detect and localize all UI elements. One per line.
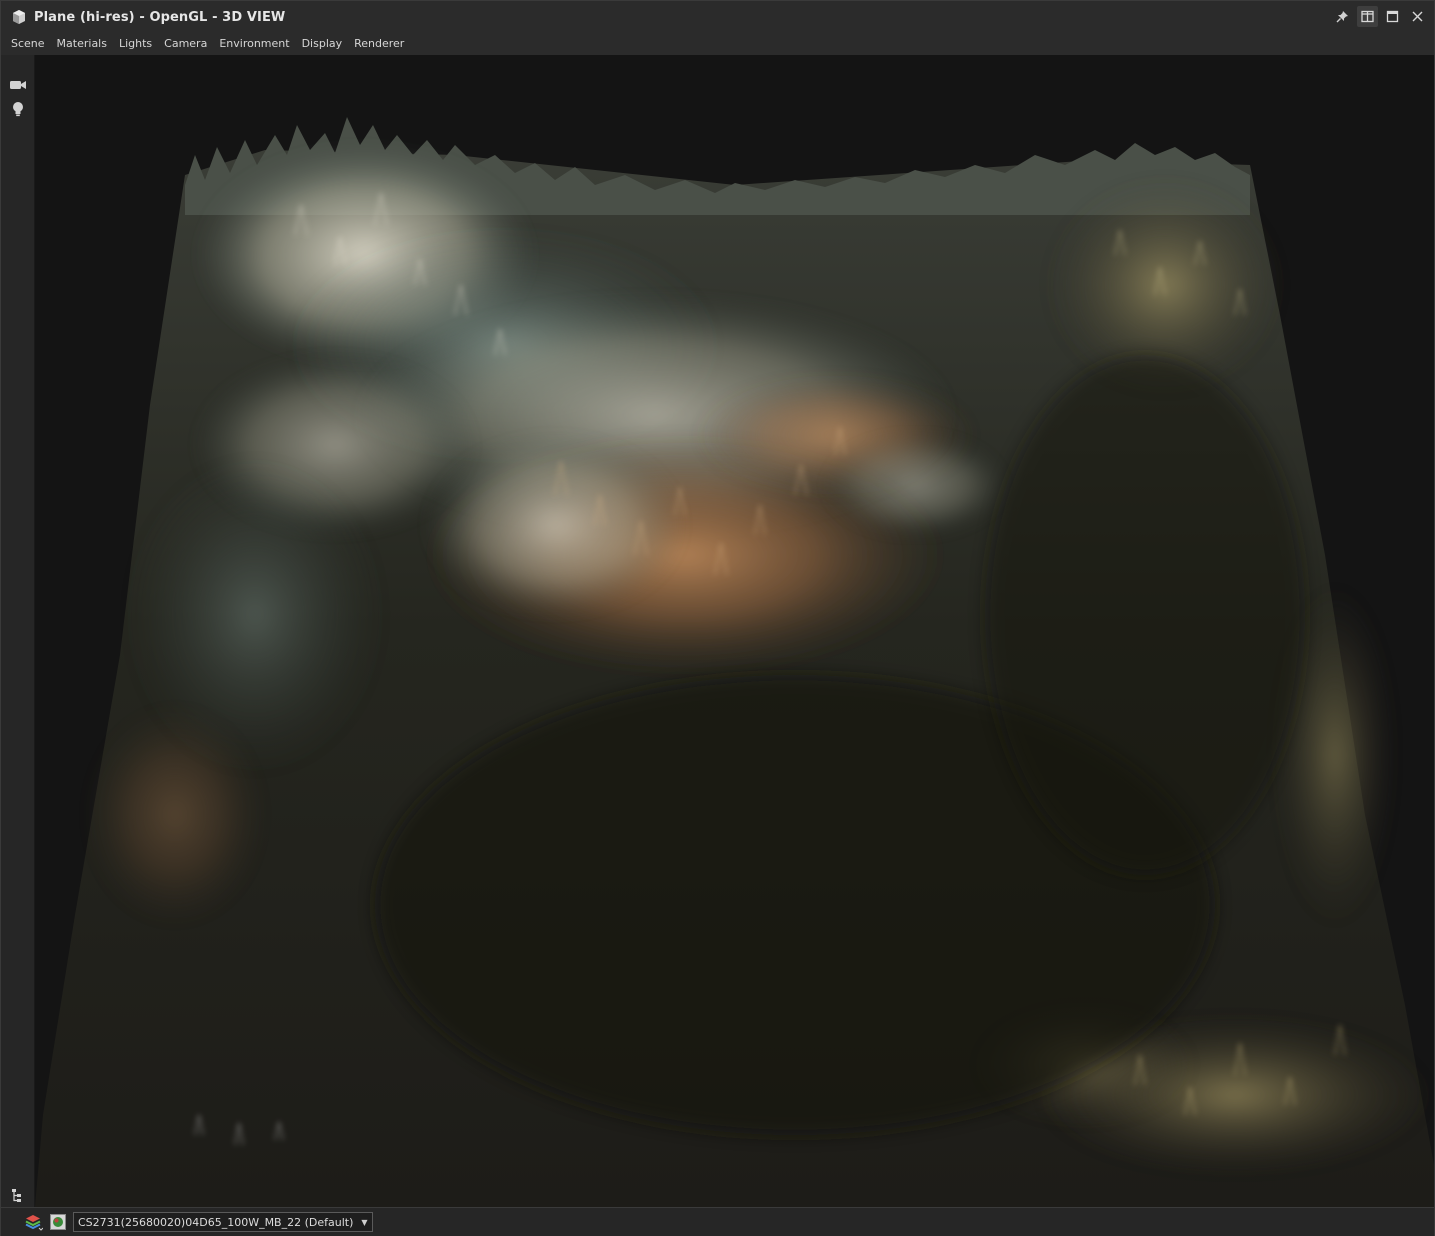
material-selector[interactable]: CS2731(25680020)04D65_100W_MB_22 (Defaul… bbox=[73, 1212, 373, 1232]
maximize-button[interactable] bbox=[1382, 6, 1403, 27]
menu-materials[interactable]: Materials bbox=[51, 33, 113, 55]
menu-bar: Scene Materials Lights Camera Environmen… bbox=[1, 33, 1434, 55]
material-selector-value: CS2731(25680020)04D65_100W_MB_22 (Defaul… bbox=[78, 1215, 354, 1229]
status-bar: CS2731(25680020)04D65_100W_MB_22 (Defaul… bbox=[1, 1207, 1434, 1236]
layers-icon[interactable] bbox=[23, 1212, 43, 1232]
menu-display[interactable]: Display bbox=[296, 33, 349, 55]
pin-button[interactable] bbox=[1332, 6, 1353, 27]
3d-viewport[interactable] bbox=[35, 55, 1434, 1207]
menu-environment[interactable]: Environment bbox=[213, 33, 295, 55]
split-view-icon bbox=[1361, 10, 1374, 23]
light-bulb-icon[interactable] bbox=[9, 100, 27, 118]
menu-lights[interactable]: Lights bbox=[113, 33, 158, 55]
title-bar: Plane (hi-res) - OpenGL - 3D VIEW bbox=[1, 1, 1434, 33]
terrain-render bbox=[35, 117, 1434, 1207]
material-thumbnail-icon[interactable] bbox=[50, 1214, 66, 1230]
close-button[interactable] bbox=[1407, 6, 1428, 27]
cube-icon bbox=[13, 10, 25, 24]
camera-icon[interactable] bbox=[9, 76, 27, 94]
menu-renderer[interactable]: Renderer bbox=[348, 33, 410, 55]
close-icon bbox=[1412, 11, 1423, 22]
menu-camera[interactable]: Camera bbox=[158, 33, 213, 55]
pin-icon bbox=[1336, 11, 1348, 23]
window-controls bbox=[1332, 6, 1428, 27]
scene-tree-icon[interactable] bbox=[9, 1186, 27, 1204]
window-title: Plane (hi-res) - OpenGL - 3D VIEW bbox=[34, 9, 286, 25]
split-view-button[interactable] bbox=[1357, 6, 1378, 27]
maximize-icon bbox=[1386, 10, 1399, 23]
dropdown-arrow-icon: ▼ bbox=[361, 1217, 368, 1227]
render-window: Plane (hi-res) - OpenGL - 3D VIEW Scene … bbox=[0, 0, 1435, 1236]
menu-scene[interactable]: Scene bbox=[1, 33, 51, 55]
left-toolbar bbox=[1, 55, 35, 1207]
